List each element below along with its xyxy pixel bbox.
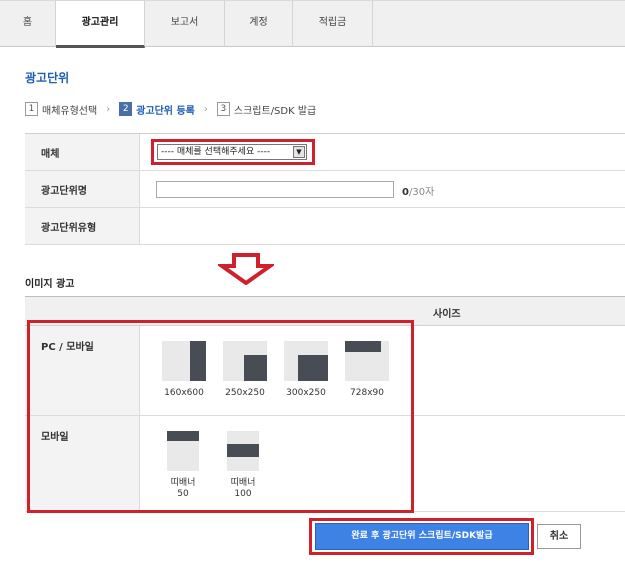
tab-home[interactable]: 홈 xyxy=(0,1,56,47)
step-arrow-icon: › xyxy=(106,103,111,115)
step-1-number: 1 xyxy=(25,102,38,116)
ad-unit-form: 매체 ---- 매체를 선택해주세요 ---- ▼ 광고단위명 0/30자 광고… xyxy=(25,133,625,245)
size-header-label: 사이즈 xyxy=(433,309,461,320)
top-nav: 홈 광고관리 보고서 계정 적립금 xyxy=(0,0,625,48)
media-select-value: ---- 매체를 선택해주세요 ---- xyxy=(161,147,271,157)
step-arrow-icon: › xyxy=(203,103,208,115)
size-selection-highlight xyxy=(27,320,414,513)
step-1-label: 매체유형선택 xyxy=(42,105,98,117)
ad-unit-type-label: 광고단위유형 xyxy=(25,208,140,244)
step-3-label: 스크립트/SDK 발급 xyxy=(233,105,317,117)
step-3-number: 3 xyxy=(216,102,230,116)
media-row: 매체 ---- 매체를 선택해주세요 ---- ▼ xyxy=(25,134,625,171)
media-select[interactable]: ---- 매체를 선택해주세요 ---- ▼ xyxy=(157,144,307,160)
step-2-label: 광고단위 등록 xyxy=(136,105,195,117)
step-indicator: 1 매체유형선택 › 2 광고단위 등록 › 3 스크립트/SDK 발급 xyxy=(25,101,316,117)
tab-ad-management[interactable]: 광고관리 xyxy=(56,1,145,48)
image-ad-title: 이미지 광고 xyxy=(25,279,75,290)
page-title: 광고단위 xyxy=(25,71,70,85)
char-counter-max: /30자 xyxy=(408,187,435,198)
ad-unit-name-input[interactable] xyxy=(156,181,394,198)
ad-unit-name-label: 광고단위명 xyxy=(25,171,140,207)
submit-issue-script-button[interactable]: 완료 후 광고단위 스크립트/SDK발급 xyxy=(315,523,529,550)
cancel-button[interactable]: 취소 xyxy=(537,524,581,549)
tab-account[interactable]: 계정 xyxy=(225,1,293,47)
ad-unit-type-row: 광고단위유형 xyxy=(25,208,625,245)
chevron-down-icon[interactable]: ▼ xyxy=(293,146,305,158)
tab-points[interactable]: 적립금 xyxy=(293,1,373,47)
down-arrow-icon xyxy=(218,253,274,285)
step-2-number: 2 xyxy=(119,102,133,116)
ad-unit-name-row: 광고단위명 0/30자 xyxy=(25,171,625,208)
char-counter-current: 0 xyxy=(402,187,409,198)
char-counter: 0/30자 xyxy=(402,183,434,198)
media-label: 매체 xyxy=(25,134,140,170)
tab-reports[interactable]: 보고서 xyxy=(145,1,225,47)
